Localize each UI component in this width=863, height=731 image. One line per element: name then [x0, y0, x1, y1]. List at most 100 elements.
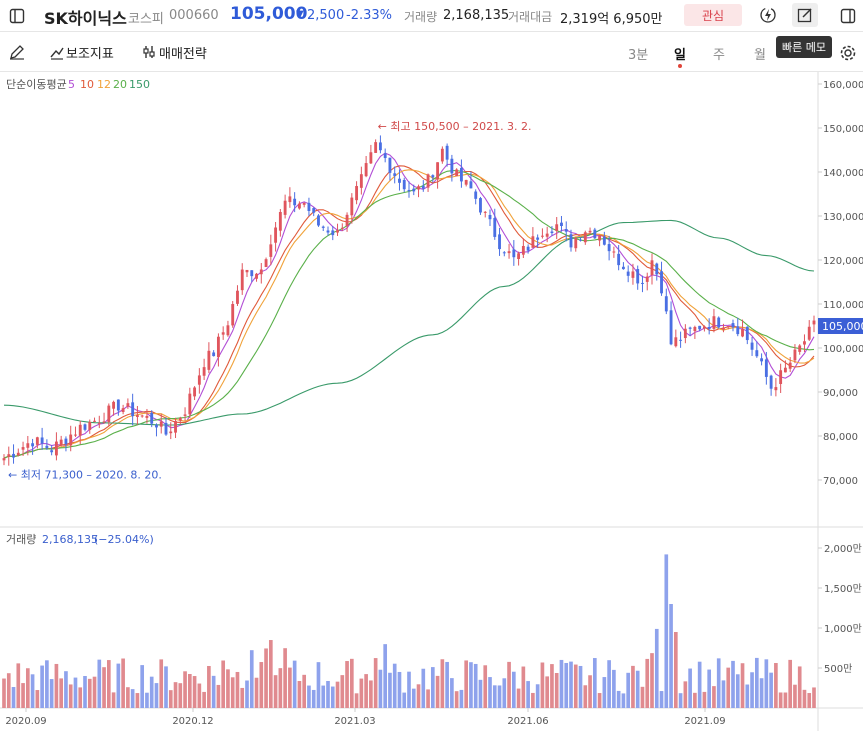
candle-body [307, 202, 311, 211]
pencil-icon[interactable] [6, 41, 28, 63]
volume-bar [249, 650, 254, 708]
stock-name[interactable]: SK하이닉스 [44, 5, 127, 29]
volume-bar [535, 684, 540, 708]
indicator-icon[interactable] [46, 41, 68, 63]
candle-body [741, 328, 744, 337]
x-tick-label: 2021.03 [334, 716, 375, 727]
candle-body [617, 253, 621, 266]
candle-body [588, 230, 592, 233]
volume-bar [83, 676, 87, 708]
candle-body [317, 215, 320, 226]
volume-bar [669, 604, 673, 708]
candle-body [788, 362, 792, 369]
stock-chart[interactable]: 160,000 150,000 140,000 130,000 120,000 110,0… [0, 72, 863, 731]
period-week[interactable]: 주 [713, 44, 725, 63]
candle-body [469, 181, 473, 189]
candle-body [464, 179, 468, 185]
period-month[interactable]: 월 [754, 44, 766, 63]
candle-body [336, 230, 339, 233]
candle-body [288, 196, 292, 203]
ma-10-line [3, 165, 815, 459]
volume-bar [435, 675, 440, 708]
period-3min[interactable]: 3분 [628, 44, 648, 63]
candle-body [12, 453, 15, 458]
watch-button[interactable]: 관심 [684, 4, 742, 26]
strategy-icon[interactable] [138, 41, 160, 63]
volume-bar [440, 659, 445, 708]
low-annotation: ← 최저 71,300 – 2020. 8. 20. [8, 468, 162, 481]
amount-label: 거래대금 [508, 10, 553, 24]
x-tick-label: 2021.06 [507, 716, 548, 727]
volume-bar [578, 665, 583, 708]
period-day[interactable]: 일 [674, 44, 686, 63]
lightning-icon[interactable] [757, 4, 779, 26]
memo-icon[interactable] [792, 3, 818, 27]
volume-bar [583, 685, 588, 708]
candle-body [593, 229, 597, 239]
settings-gear-icon[interactable] [837, 42, 859, 64]
volume-bar [278, 668, 283, 708]
volume-bar [564, 662, 569, 708]
candle-body [88, 421, 92, 430]
candle-body [631, 271, 635, 278]
candle-body [726, 326, 730, 328]
candle-body [736, 326, 740, 335]
volume-bar [207, 665, 211, 708]
volume-bar [464, 660, 469, 708]
candle-body [745, 326, 749, 341]
candle-body [69, 434, 73, 446]
candle-body [40, 437, 44, 444]
candle-body [512, 249, 516, 258]
candle-body [126, 403, 130, 407]
candle-body [26, 443, 30, 448]
candle-body [607, 244, 611, 252]
volume-bar [111, 692, 116, 708]
sidebar-toggle-icon[interactable] [6, 5, 28, 27]
volume-legend-value: 2,168,135 [42, 533, 98, 546]
volume-bar [521, 666, 526, 708]
volume-bar [173, 682, 178, 708]
candle-body [712, 316, 716, 329]
candle-body [798, 345, 802, 352]
candle-body [459, 167, 463, 182]
volume-bar [45, 660, 49, 708]
volume-bar [607, 660, 611, 708]
volume-bar [459, 689, 464, 708]
volume-bar [297, 681, 302, 708]
candle-body [169, 431, 173, 434]
volume-bar [430, 667, 435, 708]
candle-body [722, 327, 725, 330]
candle-body [159, 421, 163, 427]
volume-bar [488, 677, 492, 708]
volume-bar [531, 692, 535, 708]
y-tick-label: 90,000 [823, 388, 858, 399]
volume-bar [540, 662, 545, 708]
panel-toggle-icon[interactable] [837, 5, 859, 27]
candle-body [216, 336, 220, 358]
candle-body [164, 422, 168, 435]
volume-bar [106, 660, 111, 708]
strategy-button[interactable]: 매매전략 [159, 43, 207, 62]
candle-body [621, 266, 625, 270]
volume-bar [16, 663, 21, 708]
candle-body [240, 269, 244, 291]
candle-body [626, 271, 630, 276]
volume-bar [759, 678, 764, 708]
volume-bar [716, 658, 721, 708]
indicators-button[interactable]: 보조지표 [66, 43, 114, 62]
x-tick-label: 2021.09 [684, 716, 725, 727]
candle-body [221, 332, 225, 335]
volume-bar [226, 669, 230, 708]
candle-body [455, 169, 459, 177]
volume-bar [697, 661, 702, 708]
candle-body [545, 233, 549, 237]
candle-body [97, 422, 101, 424]
volume-bar [288, 667, 292, 708]
volume-bar [349, 658, 354, 708]
volume-tick-label: 1,000만 [824, 623, 862, 635]
volume-bar [797, 666, 802, 708]
volume-bar [235, 671, 240, 708]
candle-body [550, 231, 554, 234]
volume-bar [693, 692, 697, 708]
y-tick-label: 120,000 [823, 256, 863, 267]
